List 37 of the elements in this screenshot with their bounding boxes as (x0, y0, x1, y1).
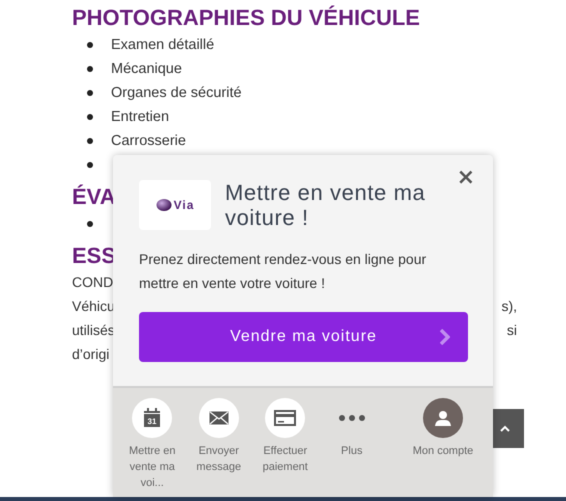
list-item: Carrosserie (111, 133, 186, 149)
list-item: Entretien (111, 109, 170, 125)
paragraph-text: d’origi (72, 346, 110, 362)
popup-title: Mettre en vente ma voiture ! (225, 180, 426, 230)
paragraph-text: utilisés (72, 322, 115, 338)
action-button[interactable]: Plus (318, 398, 385, 497)
chevron-right-icon (440, 329, 450, 345)
action-button[interactable]: 31 Mettre en vente ma voi... (119, 398, 186, 497)
popup-text: Prenez directement rendez-vous en ligne pour mettre en vente votre voiture ! (139, 250, 428, 293)
list-item: Mécanique (111, 61, 182, 77)
paragraph-text: s), (501, 298, 517, 314)
credit-card-icon (274, 410, 296, 426)
bullet-icon (87, 42, 93, 48)
bullet-icon (87, 114, 93, 120)
bullet-icon (87, 138, 93, 144)
section-heading: PHOTOGRAPHIES DU VÉHICULE (72, 4, 420, 31)
envelope-icon (208, 411, 229, 425)
action-button[interactable]: Effectuer paiement (252, 398, 318, 497)
bullet-icon (87, 221, 93, 227)
list-item: Examen détaillé (111, 37, 214, 53)
bullet-icon (87, 162, 93, 168)
bullet-icon (87, 90, 93, 96)
sell-car-button[interactable]: Vendre ma voiture (139, 312, 468, 362)
more-icon (338, 415, 365, 421)
close-button[interactable]: × (452, 165, 479, 190)
bullet-icon (87, 66, 93, 72)
section-heading: ESS (72, 242, 116, 269)
action-button[interactable]: Envoyer message (186, 398, 252, 497)
user-icon (435, 410, 451, 426)
section-heading: ÉVA (72, 183, 116, 210)
paragraph-text: si (506, 322, 517, 338)
action-button[interactable]: Mon compte (393, 398, 493, 497)
paragraph-text: COND (72, 274, 114, 290)
calendar-icon: 31 (143, 408, 162, 428)
logo: Via (139, 180, 211, 230)
list-item: Organes de sécurité (111, 85, 242, 101)
chevron-up-icon (500, 425, 510, 432)
